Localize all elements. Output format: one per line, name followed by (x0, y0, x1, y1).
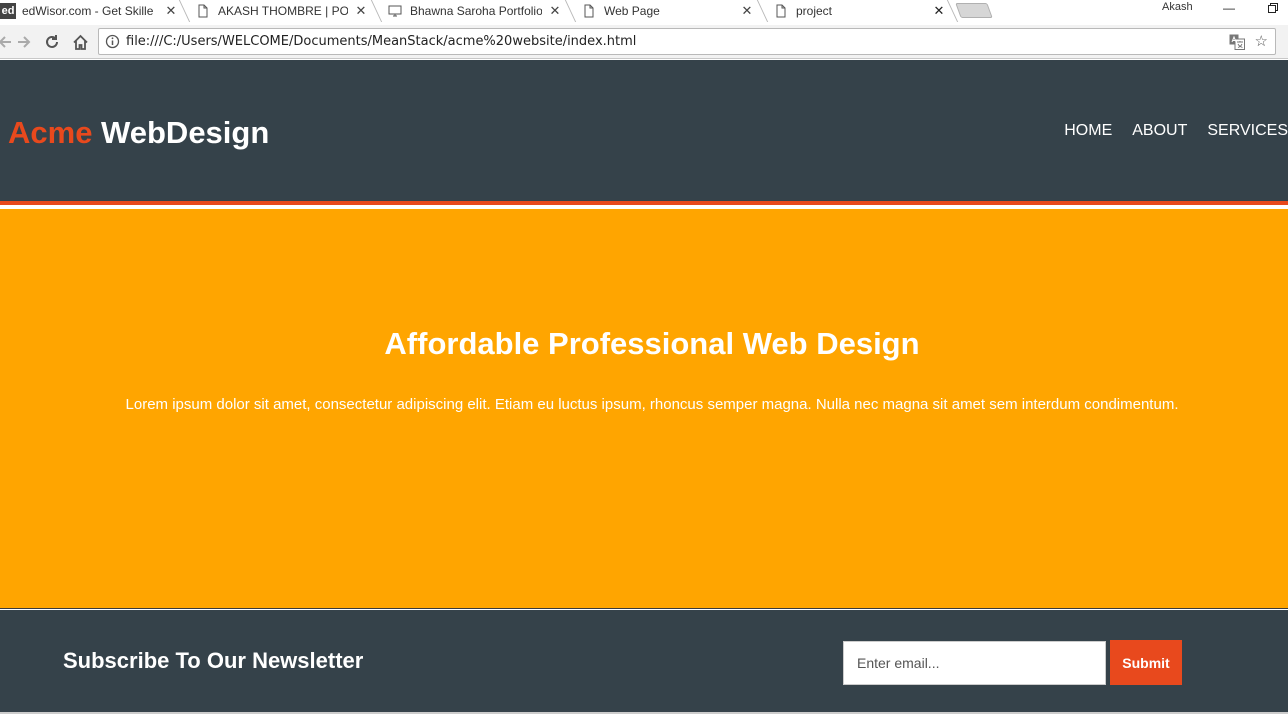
info-icon[interactable] (105, 34, 120, 49)
tab-close-icon[interactable]: ✕ (740, 3, 754, 19)
edwisor-logo-text: ed (1, 5, 15, 17)
tab-separator (370, 0, 383, 22)
tab-close-icon[interactable]: ✕ (932, 3, 946, 19)
browser-tab-project[interactable]: project ✕ (774, 0, 946, 22)
browser-tab-edwisor[interactable]: ed edWisor.com - Get Skille ✕ (0, 0, 178, 22)
bookmark-star-icon[interactable]: ☆ (1255, 32, 1268, 50)
reload-button[interactable] (41, 31, 63, 53)
site-branding: Acme WebDesign (8, 115, 269, 151)
browser-tab-bhawna[interactable]: Bhawna Saroha Portfolio ✕ (388, 0, 562, 22)
home-button[interactable] (69, 31, 91, 53)
monitor-icon (388, 5, 402, 17)
submit-button[interactable]: Submit (1110, 640, 1182, 685)
tab-close-icon[interactable]: ✕ (548, 3, 562, 19)
nav-link-services[interactable]: SERVICES (1207, 122, 1288, 140)
nav-link-about[interactable]: ABOUT (1132, 122, 1187, 140)
page-icon (198, 4, 208, 18)
page-icon (584, 4, 594, 18)
new-tab-button[interactable] (955, 3, 993, 18)
tab-separator (756, 0, 769, 22)
arrow-right-icon (18, 36, 31, 48)
page-bottom-edge (0, 712, 1288, 724)
reload-icon (46, 35, 58, 48)
page-icon (776, 4, 786, 18)
browser-tab-title: AKASH THOMBRE | PORT (218, 4, 348, 18)
minimize-icon[interactable]: — (1214, 0, 1244, 18)
translate-icon[interactable] (1229, 34, 1245, 50)
browser-tab-strip: ed edWisor.com - Get Skille ✕ AKASH THOM… (0, 0, 1288, 25)
profile-name[interactable]: Akash (1162, 1, 1193, 13)
tab-close-icon[interactable]: ✕ (354, 3, 368, 19)
browser-tab-akash[interactable]: AKASH THOMBRE | PORT ✕ (196, 0, 368, 22)
browser-tab-title: Web Page (604, 4, 660, 18)
browser-tab-title: edWisor.com - Get Skille (22, 4, 154, 18)
tab-close-icon[interactable]: ✕ (164, 3, 178, 19)
browser-tab-title: Bhawna Saroha Portfolio (410, 4, 542, 18)
site-header: Acme WebDesign HOME ABOUT SERVICES (0, 60, 1288, 205)
brand-highlight: Acme (8, 115, 93, 150)
restore-icon[interactable] (1258, 0, 1288, 18)
browser-tab-webpage[interactable]: Web Page ✕ (582, 0, 754, 22)
tab-separator (564, 0, 577, 22)
tab-separator (178, 0, 191, 22)
nav-link-home[interactable]: HOME (1064, 122, 1112, 140)
edwisor-logo-icon: ed (0, 3, 16, 19)
showcase-section: Affordable Professional Web Design Lorem… (0, 209, 1288, 609)
address-url[interactable]: file:///C:/Users/WELCOME/Documents/MeanS… (126, 34, 636, 49)
home-icon (72, 34, 88, 50)
forward-button[interactable] (13, 31, 35, 53)
newsletter-section: Subscribe To Our Newsletter Submit (0, 610, 1288, 712)
browser-toolbar: file:///C:/Users/WELCOME/Documents/MeanS… (0, 25, 1288, 59)
arrow-left-icon (0, 36, 11, 48)
page-viewport: Acme WebDesign HOME ABOUT SERVICES Affor… (0, 60, 1288, 724)
newsletter-heading: Subscribe To Our Newsletter (63, 648, 364, 673)
browser-tab-title: project (796, 4, 833, 18)
brand-name: WebDesign (92, 115, 270, 150)
address-bar[interactable]: file:///C:/Users/WELCOME/Documents/MeanS… (98, 28, 1276, 55)
showcase-text: Lorem ipsum dolor sit amet, consectetur … (125, 396, 1179, 413)
main-nav: HOME ABOUT SERVICES (1044, 122, 1288, 140)
showcase-title: Affordable Professional Web Design (384, 326, 920, 361)
email-input[interactable] (843, 641, 1106, 685)
